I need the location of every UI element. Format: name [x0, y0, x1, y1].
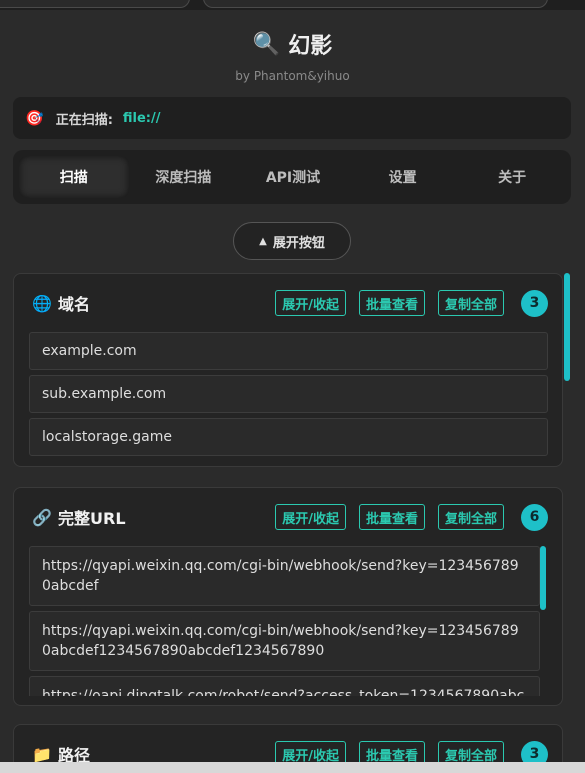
- urls-list: https://qyapi.weixin.qq.com/cgi-bin/webh…: [14, 546, 562, 696]
- tab-scan[interactable]: 扫描: [19, 156, 129, 198]
- browser-tab[interactable]: [0, 0, 190, 8]
- domains-copy-all-button[interactable]: 复制全部: [437, 290, 504, 316]
- tab-about[interactable]: 关于: [457, 156, 567, 198]
- domains-batch-view-button[interactable]: 批量查看: [358, 290, 425, 316]
- scan-status-label: 正在扫描:: [55, 112, 113, 128]
- list-item[interactable]: https://qyapi.weixin.qq.com/cgi-bin/webh…: [29, 546, 540, 606]
- urls-card-header: 🔗 完整URL 展开/收起 批量查看 复制全部 6: [14, 488, 562, 546]
- expand-button-label: 展开按钮: [272, 235, 325, 251]
- domains-card-header: 🌐 域名 展开/收起 批量查看 复制全部 3: [14, 274, 562, 332]
- domains-card: 🌐 域名 展开/收起 批量查看 复制全部 3 example.com sub.e…: [13, 273, 563, 467]
- domains-count-badge: 3: [521, 289, 548, 317]
- list-item[interactable]: sub.example.com: [29, 375, 548, 413]
- tab-settings[interactable]: 设置: [348, 156, 458, 198]
- urls-title: 完整URL: [58, 509, 126, 528]
- tab-api-test[interactable]: API测试: [238, 156, 348, 198]
- main-tabs: 扫描 深度扫描 API测试 设置 关于: [13, 150, 571, 204]
- urls-count-badge: 6: [521, 503, 548, 531]
- list-item[interactable]: https://oapi.dingtalk.com/robot/send?acc…: [29, 676, 540, 696]
- link-icon: 🔗: [32, 507, 52, 527]
- scan-status-bar: 🎯 正在扫描: file://: [13, 97, 571, 139]
- urls-scrollbar-thumb[interactable]: [540, 546, 546, 610]
- domains-list: example.com sub.example.com localstorage…: [14, 332, 562, 456]
- urls-card: 🔗 完整URL 展开/收起 批量查看 复制全部 6 https://qyapi.…: [13, 487, 563, 706]
- triangle-up-icon: ▲: [259, 235, 267, 247]
- expand-buttons-button[interactable]: ▲ 展开按钮: [233, 222, 351, 260]
- domains-toggle-button[interactable]: 展开/收起: [275, 290, 346, 316]
- browser-tab[interactable]: [203, 0, 548, 8]
- app-subtitle: by Phantom&yihuo: [235, 69, 350, 83]
- list-item[interactable]: example.com: [29, 332, 548, 370]
- browser-top-strip: [0, 0, 585, 10]
- target-icon: 🎯: [25, 109, 44, 127]
- app-title-text: 幻影: [288, 34, 333, 59]
- main-scrollbar-thumb[interactable]: [564, 273, 570, 381]
- domains-title: 域名: [58, 295, 91, 314]
- tab-deep-scan[interactable]: 深度扫描: [129, 156, 239, 198]
- app-header: 🔍 幻影 by Phantom&yihuo: [0, 28, 585, 84]
- list-item[interactable]: https://qyapi.weixin.qq.com/cgi-bin/webh…: [29, 611, 540, 671]
- urls-batch-view-button[interactable]: 批量查看: [358, 504, 425, 530]
- list-item[interactable]: localstorage.game: [29, 418, 548, 456]
- window-bottom-edge: [0, 762, 585, 773]
- app-title: 🔍 幻影: [253, 28, 332, 60]
- globe-icon: 🌐: [32, 293, 52, 313]
- urls-toggle-button[interactable]: 展开/收起: [275, 504, 346, 530]
- urls-copy-all-button[interactable]: 复制全部: [437, 504, 504, 530]
- scan-target-url: file://: [122, 110, 161, 126]
- magnifier-icon: 🔍: [252, 31, 281, 57]
- folder-icon: 📁: [32, 744, 52, 764]
